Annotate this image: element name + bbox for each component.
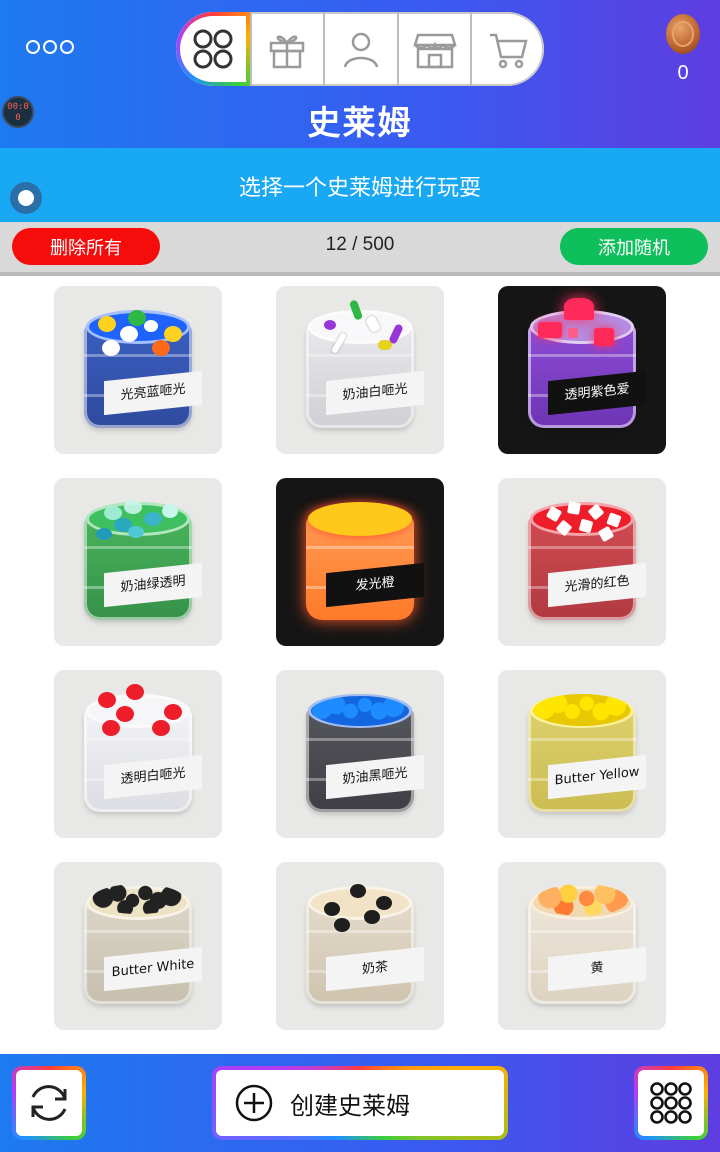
slime-jar: Butter White bbox=[84, 882, 202, 1006]
top-header: 0 00:0 0 史莱姆 bbox=[0, 0, 720, 148]
slime-card[interactable]: 黄 bbox=[498, 862, 666, 1030]
coin-count: 0 bbox=[677, 62, 689, 84]
slime-jar: 奶油白咂光 bbox=[306, 299, 424, 430]
cart-icon bbox=[490, 33, 528, 69]
slime-card[interactable]: Butter Yellow bbox=[498, 670, 666, 838]
bottom-bar: 创建史莱姆 bbox=[0, 1054, 720, 1152]
slime-jar: Butter Yellow bbox=[528, 690, 646, 814]
grid-menu-button[interactable] bbox=[634, 1066, 708, 1140]
plus-circle-icon bbox=[235, 1084, 273, 1122]
slime-card[interactable]: 发光橙 bbox=[276, 478, 444, 646]
slime-jar: 黄 bbox=[528, 882, 646, 1006]
slime-card[interactable]: 透明白咂光 bbox=[54, 670, 222, 838]
slime-card[interactable]: Butter White bbox=[54, 862, 222, 1030]
slime-jar: 光滑的红色 bbox=[528, 498, 646, 622]
create-slime-button[interactable]: 创建史莱姆 bbox=[212, 1066, 508, 1140]
slime-jar: 发光橙 bbox=[306, 498, 424, 622]
coin-icon bbox=[666, 14, 700, 54]
person-icon bbox=[343, 32, 379, 68]
add-random-button[interactable]: 添加随机 bbox=[560, 228, 708, 265]
store-icon bbox=[412, 33, 457, 69]
subheader-bar: 选择一个史莱姆进行玩耍 bbox=[0, 148, 720, 222]
slime-jar: 透明白咂光 bbox=[84, 684, 202, 814]
tab-profile[interactable] bbox=[323, 12, 397, 86]
slime-card[interactable]: 奶茶 bbox=[276, 862, 444, 1030]
slime-card[interactable]: 奶油绿透明 bbox=[54, 478, 222, 646]
create-slime-label: 创建史莱姆 bbox=[290, 1091, 410, 1120]
slime-jar: 奶茶 bbox=[306, 882, 424, 1006]
slime-jar: 透明紫色爱 bbox=[528, 298, 646, 430]
apps-grid-icon bbox=[650, 1082, 692, 1124]
slime-card[interactable]: 奶油黑咂光 bbox=[276, 670, 444, 838]
grid-icon bbox=[193, 29, 233, 69]
more-menu-icon[interactable] bbox=[26, 40, 74, 54]
subheader-text: 选择一个史莱姆进行玩耍 bbox=[238, 176, 481, 201]
slime-card[interactable]: 透明紫色爱 bbox=[498, 286, 666, 454]
slime-card[interactable]: 奶油白咂光 bbox=[276, 286, 444, 454]
slime-jar: 光亮蓝咂光 bbox=[84, 306, 202, 430]
tab-store[interactable] bbox=[396, 12, 471, 86]
controls-bar: 删除所有 12 / 500 添加随机 bbox=[0, 222, 720, 276]
tab-slimes[interactable] bbox=[176, 12, 250, 86]
tab-gifts[interactable] bbox=[249, 12, 324, 86]
page-title: 史莱姆 bbox=[307, 103, 413, 142]
refresh-button[interactable] bbox=[12, 1066, 86, 1140]
slime-jar: 奶油绿透明 bbox=[84, 498, 202, 622]
gift-icon bbox=[270, 35, 305, 69]
refresh-icon bbox=[31, 1085, 67, 1121]
slime-card[interactable]: 光滑的红色 bbox=[498, 478, 666, 646]
slime-card[interactable]: 光亮蓝咂光 bbox=[54, 286, 222, 454]
tab-cart[interactable] bbox=[470, 12, 544, 86]
slime-jar: 奶油黑咂光 bbox=[306, 690, 424, 814]
nav-tab-bar bbox=[176, 12, 544, 86]
